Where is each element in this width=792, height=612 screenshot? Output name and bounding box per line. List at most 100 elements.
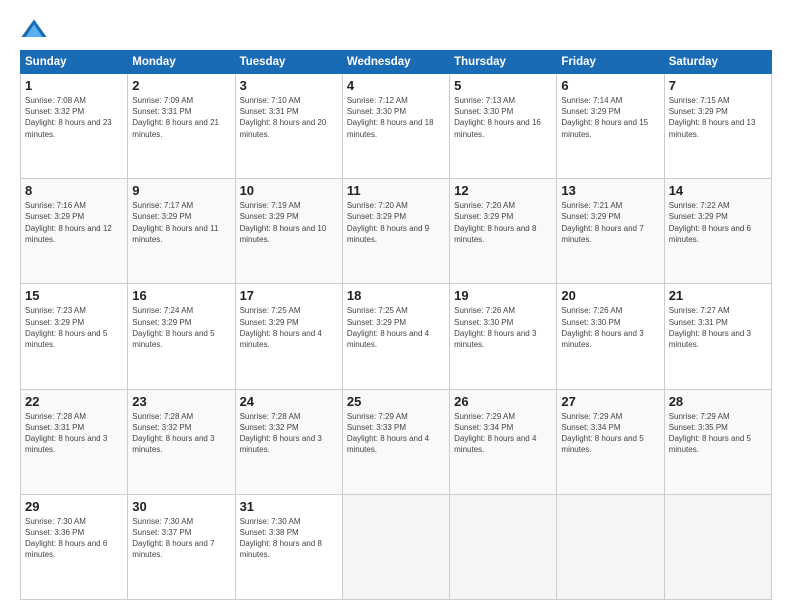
day-info: Sunrise: 7:26 AMSunset: 3:30 PMDaylight:… <box>561 305 659 350</box>
day-number: 29 <box>25 499 123 514</box>
logo <box>20 16 52 44</box>
day-number: 22 <box>25 394 123 409</box>
day-number: 30 <box>132 499 230 514</box>
day-number: 25 <box>347 394 445 409</box>
day-number: 3 <box>240 78 338 93</box>
header <box>20 16 772 44</box>
day-info: Sunrise: 7:30 AMSunset: 3:37 PMDaylight:… <box>132 516 230 561</box>
calendar-cell: 27 Sunrise: 7:29 AMSunset: 3:34 PMDayligh… <box>557 389 664 494</box>
day-number: 9 <box>132 183 230 198</box>
calendar-week-3: 22 Sunrise: 7:28 AMSunset: 3:31 PMDayligh… <box>21 389 772 494</box>
calendar-cell: 19 Sunrise: 7:26 AMSunset: 3:30 PMDayligh… <box>450 284 557 389</box>
calendar-cell: 21 Sunrise: 7:27 AMSunset: 3:31 PMDayligh… <box>664 284 771 389</box>
calendar-week-2: 15 Sunrise: 7:23 AMSunset: 3:29 PMDayligh… <box>21 284 772 389</box>
day-number: 24 <box>240 394 338 409</box>
day-info: Sunrise: 7:08 AMSunset: 3:32 PMDaylight:… <box>25 95 123 140</box>
calendar-cell: 6 Sunrise: 7:14 AMSunset: 3:29 PMDaylight… <box>557 74 664 179</box>
day-number: 6 <box>561 78 659 93</box>
calendar-cell: 9 Sunrise: 7:17 AMSunset: 3:29 PMDaylight… <box>128 179 235 284</box>
calendar-cell: 18 Sunrise: 7:25 AMSunset: 3:29 PMDayligh… <box>342 284 449 389</box>
day-number: 17 <box>240 288 338 303</box>
calendar-cell: 15 Sunrise: 7:23 AMSunset: 3:29 PMDayligh… <box>21 284 128 389</box>
day-number: 2 <box>132 78 230 93</box>
day-info: Sunrise: 7:10 AMSunset: 3:31 PMDaylight:… <box>240 95 338 140</box>
calendar-cell: 30 Sunrise: 7:30 AMSunset: 3:37 PMDayligh… <box>128 494 235 599</box>
day-info: Sunrise: 7:29 AMSunset: 3:35 PMDaylight:… <box>669 411 767 456</box>
calendar-cell: 10 Sunrise: 7:19 AMSunset: 3:29 PMDayligh… <box>235 179 342 284</box>
calendar-cell: 1Sunrise: 7:08 AMSunset: 3:32 PMDaylight… <box>21 74 128 179</box>
day-info: Sunrise: 7:20 AMSunset: 3:29 PMDaylight:… <box>347 200 445 245</box>
day-info: Sunrise: 7:30 AMSunset: 3:36 PMDaylight:… <box>25 516 123 561</box>
weekday-header-saturday: Saturday <box>664 51 771 74</box>
day-info: Sunrise: 7:28 AMSunset: 3:32 PMDaylight:… <box>240 411 338 456</box>
calendar-cell: 12Sunrise: 7:20 AMSunset: 3:29 PMDayligh… <box>450 179 557 284</box>
day-number: 11 <box>347 183 445 198</box>
calendar-cell <box>664 494 771 599</box>
calendar-cell <box>557 494 664 599</box>
day-number: 19 <box>454 288 552 303</box>
day-info: Sunrise: 7:25 AMSunset: 3:29 PMDaylight:… <box>240 305 338 350</box>
day-info: Sunrise: 7:16 AMSunset: 3:29 PMDaylight:… <box>25 200 123 245</box>
logo-icon <box>20 16 48 44</box>
calendar-week-1: 8 Sunrise: 7:16 AMSunset: 3:29 PMDaylight… <box>21 179 772 284</box>
calendar-cell: 3 Sunrise: 7:10 AMSunset: 3:31 PMDaylight… <box>235 74 342 179</box>
day-number: 12 <box>454 183 552 198</box>
calendar-cell: 29 Sunrise: 7:30 AMSunset: 3:36 PMDayligh… <box>21 494 128 599</box>
calendar-table: SundayMondayTuesdayWednesdayThursdayFrid… <box>20 50 772 600</box>
page: SundayMondayTuesdayWednesdayThursdayFrid… <box>0 0 792 612</box>
calendar-cell: 25Sunrise: 7:29 AMSunset: 3:33 PMDayligh… <box>342 389 449 494</box>
day-info: Sunrise: 7:09 AMSunset: 3:31 PMDaylight:… <box>132 95 230 140</box>
day-number: 13 <box>561 183 659 198</box>
calendar-week-4: 29 Sunrise: 7:30 AMSunset: 3:36 PMDayligh… <box>21 494 772 599</box>
day-number: 21 <box>669 288 767 303</box>
day-number: 18 <box>347 288 445 303</box>
day-number: 27 <box>561 394 659 409</box>
weekday-header-tuesday: Tuesday <box>235 51 342 74</box>
calendar-cell: 7 Sunrise: 7:15 AMSunset: 3:29 PMDaylight… <box>664 74 771 179</box>
calendar-cell <box>450 494 557 599</box>
day-info: Sunrise: 7:25 AMSunset: 3:29 PMDaylight:… <box>347 305 445 350</box>
day-info: Sunrise: 7:17 AMSunset: 3:29 PMDaylight:… <box>132 200 230 245</box>
day-info: Sunrise: 7:24 AMSunset: 3:29 PMDaylight:… <box>132 305 230 350</box>
day-info: Sunrise: 7:23 AMSunset: 3:29 PMDaylight:… <box>25 305 123 350</box>
day-info: Sunrise: 7:21 AMSunset: 3:29 PMDaylight:… <box>561 200 659 245</box>
calendar-cell: 14Sunrise: 7:22 AMSunset: 3:29 PMDayligh… <box>664 179 771 284</box>
weekday-header-thursday: Thursday <box>450 51 557 74</box>
calendar-week-0: 1Sunrise: 7:08 AMSunset: 3:32 PMDaylight… <box>21 74 772 179</box>
calendar-cell: 13 Sunrise: 7:21 AMSunset: 3:29 PMDayligh… <box>557 179 664 284</box>
day-number: 4 <box>347 78 445 93</box>
day-info: Sunrise: 7:26 AMSunset: 3:30 PMDaylight:… <box>454 305 552 350</box>
calendar-cell: 22 Sunrise: 7:28 AMSunset: 3:31 PMDayligh… <box>21 389 128 494</box>
day-number: 20 <box>561 288 659 303</box>
day-number: 14 <box>669 183 767 198</box>
calendar-cell: 5Sunrise: 7:13 AMSunset: 3:30 PMDaylight… <box>450 74 557 179</box>
day-number: 7 <box>669 78 767 93</box>
weekday-header-sunday: Sunday <box>21 51 128 74</box>
day-info: Sunrise: 7:27 AMSunset: 3:31 PMDaylight:… <box>669 305 767 350</box>
day-number: 15 <box>25 288 123 303</box>
day-info: Sunrise: 7:29 AMSunset: 3:34 PMDaylight:… <box>454 411 552 456</box>
calendar-cell: 28Sunrise: 7:29 AMSunset: 3:35 PMDayligh… <box>664 389 771 494</box>
calendar-cell: 20 Sunrise: 7:26 AMSunset: 3:30 PMDayligh… <box>557 284 664 389</box>
day-number: 10 <box>240 183 338 198</box>
calendar-cell: 26Sunrise: 7:29 AMSunset: 3:34 PMDayligh… <box>450 389 557 494</box>
calendar-cell: 17 Sunrise: 7:25 AMSunset: 3:29 PMDayligh… <box>235 284 342 389</box>
calendar-cell: 31Sunrise: 7:30 AMSunset: 3:38 PMDayligh… <box>235 494 342 599</box>
day-info: Sunrise: 7:14 AMSunset: 3:29 PMDaylight:… <box>561 95 659 140</box>
day-number: 8 <box>25 183 123 198</box>
weekday-header-wednesday: Wednesday <box>342 51 449 74</box>
day-info: Sunrise: 7:28 AMSunset: 3:31 PMDaylight:… <box>25 411 123 456</box>
calendar-cell: 16Sunrise: 7:24 AMSunset: 3:29 PMDayligh… <box>128 284 235 389</box>
weekday-header-row: SundayMondayTuesdayWednesdayThursdayFrid… <box>21 51 772 74</box>
calendar-cell: 2 Sunrise: 7:09 AMSunset: 3:31 PMDaylight… <box>128 74 235 179</box>
calendar-cell: 8 Sunrise: 7:16 AMSunset: 3:29 PMDaylight… <box>21 179 128 284</box>
day-info: Sunrise: 7:12 AMSunset: 3:30 PMDaylight:… <box>347 95 445 140</box>
day-info: Sunrise: 7:15 AMSunset: 3:29 PMDaylight:… <box>669 95 767 140</box>
day-number: 23 <box>132 394 230 409</box>
day-info: Sunrise: 7:28 AMSunset: 3:32 PMDaylight:… <box>132 411 230 456</box>
day-info: Sunrise: 7:29 AMSunset: 3:34 PMDaylight:… <box>561 411 659 456</box>
day-info: Sunrise: 7:30 AMSunset: 3:38 PMDaylight:… <box>240 516 338 561</box>
day-info: Sunrise: 7:19 AMSunset: 3:29 PMDaylight:… <box>240 200 338 245</box>
calendar-cell: 11 Sunrise: 7:20 AMSunset: 3:29 PMDayligh… <box>342 179 449 284</box>
weekday-header-monday: Monday <box>128 51 235 74</box>
